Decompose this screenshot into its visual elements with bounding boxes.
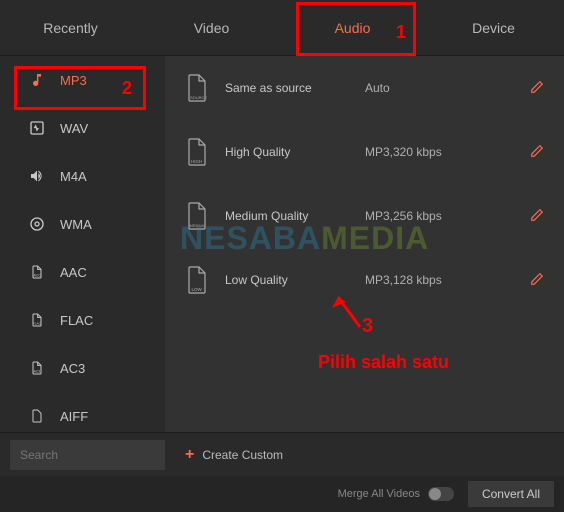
preset-spec: MP3,128 kbps [365,273,530,287]
preset-medium-quality[interactable]: MEDIUM Medium Quality MP3,256 kbps [165,184,564,248]
svg-text:AC3: AC3 [34,370,41,374]
edit-icon[interactable] [530,272,546,288]
footer: Merge All Videos Convert All [0,476,564,512]
sidebar-item-aac[interactable]: ACC AAC [0,248,165,296]
sidebar-item-wma[interactable]: WMA [0,200,165,248]
sidebar-item-mp3[interactable]: MP3 [0,56,165,104]
wave-icon [28,119,46,137]
music-note-icon [28,71,46,89]
create-custom-label: Create Custom [202,448,283,462]
preset-spec: Auto [365,81,530,95]
sidebar-item-label: M4A [60,169,87,184]
edit-icon[interactable] [530,144,546,160]
sidebar-item-label: AAC [60,265,87,280]
tab-device[interactable]: Device [423,0,564,55]
tab-label: Audio [335,20,371,36]
preset-name: Same as source [225,81,365,95]
sidebar-item-label: WAV [60,121,88,136]
preset-name: Low Quality [225,273,365,287]
tab-video[interactable]: Video [141,0,282,55]
tab-label: Video [194,20,230,36]
file-icon: SOURCE [183,73,209,103]
sound-icon [28,167,46,185]
format-sidebar: MP3 WAV M4A WMA ACC AAC FLAC FLAC [0,56,165,432]
ac3-icon: AC3 [28,359,46,377]
sidebar-item-label: AC3 [60,361,85,376]
preset-high-quality[interactable]: HIGH High Quality MP3,320 kbps [165,120,564,184]
file-icon: MEDIUM [183,201,209,231]
file-icon: HIGH [183,137,209,167]
search-input[interactable] [10,440,165,470]
svg-text:SOURCE: SOURCE [190,95,207,100]
svg-text:LOW: LOW [192,287,203,292]
sidebar-item-label: MP3 [60,73,87,88]
aac-icon: ACC [28,263,46,281]
preset-name: Medium Quality [225,209,365,223]
file-icon: LOW [183,265,209,295]
flac-icon: FLAC [28,311,46,329]
preset-list: SOURCE Same as source Auto HIGH High Qua… [165,56,564,432]
tab-audio[interactable]: Audio [282,0,423,55]
create-custom-button[interactable]: + Create Custom [185,446,283,464]
svg-text:MEDIUM: MEDIUM [190,223,206,228]
top-tabs: Recently Video Audio Device [0,0,564,56]
sidebar-item-aiff[interactable]: AIFF [0,392,165,432]
tab-label: Recently [43,20,97,36]
preset-spec: MP3,256 kbps [365,209,530,223]
preset-name: High Quality [225,145,365,159]
preset-spec: MP3,320 kbps [365,145,530,159]
sidebar-item-label: WMA [60,217,92,232]
preset-low-quality[interactable]: LOW Low Quality MP3,128 kbps [165,248,564,312]
svg-text:HIGH: HIGH [191,159,202,164]
sidebar-item-m4a[interactable]: M4A [0,152,165,200]
audio-icon [28,215,46,233]
convert-all-button[interactable]: Convert All [468,481,554,507]
tab-recently[interactable]: Recently [0,0,141,55]
sidebar-item-label: AIFF [60,409,88,424]
aiff-icon [28,407,46,425]
sidebar-item-wav[interactable]: WAV [0,104,165,152]
tab-label: Device [472,20,515,36]
merge-label: Merge All Videos [338,488,420,500]
sidebar-item-flac[interactable]: FLAC FLAC [0,296,165,344]
svg-text:ACC: ACC [34,274,42,278]
sidebar-item-ac3[interactable]: AC3 AC3 [0,344,165,392]
preset-same-as-source[interactable]: SOURCE Same as source Auto [165,56,564,120]
toggle-icon [428,487,454,501]
edit-icon[interactable] [530,208,546,224]
plus-icon: + [185,446,194,464]
svg-text:FLAC: FLAC [33,322,42,326]
bottom-bar: + Create Custom [0,432,564,476]
edit-icon[interactable] [530,80,546,96]
sidebar-item-label: FLAC [60,313,93,328]
merge-toggle[interactable]: Merge All Videos [338,487,454,501]
